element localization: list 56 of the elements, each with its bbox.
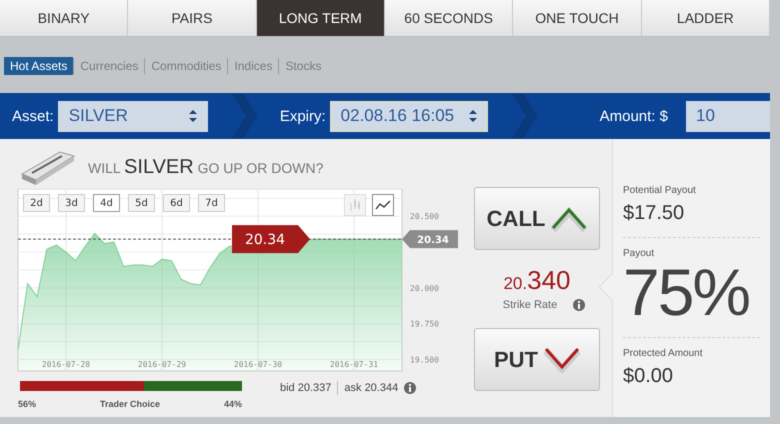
asset-select[interactable]: SILVER xyxy=(58,100,208,132)
chevron-up-icon xyxy=(551,206,588,232)
info-icon[interactable] xyxy=(404,382,416,394)
line-chart-icon xyxy=(375,199,391,211)
chevron-icon xyxy=(512,93,538,139)
range-button[interactable]: 7d xyxy=(198,194,225,212)
current-price-flag: 20.34 xyxy=(232,225,310,254)
y-axis-label: 20.500 xyxy=(410,212,439,222)
potential-payout-value: $17.50 xyxy=(623,202,686,225)
call-percent: 44% xyxy=(224,399,242,409)
axis-price-flag: 20.34 xyxy=(402,230,458,248)
range-button[interactable]: 4d xyxy=(93,194,120,212)
market-tab[interactable]: BINARY xyxy=(0,0,128,36)
chevron-down-icon xyxy=(544,346,580,372)
strike-rate-label: Strike Rate xyxy=(502,299,558,311)
info-icon[interactable] xyxy=(573,299,586,311)
range-button[interactable]: 6d xyxy=(163,194,190,212)
potential-payout-label: Potential Payout xyxy=(623,185,697,196)
amount-label: Amount: $ xyxy=(600,108,668,124)
market-tab[interactable]: PAIRS xyxy=(128,0,257,36)
market-tab[interactable]: LONG TERM xyxy=(256,0,385,36)
range-button[interactable]: 2d xyxy=(23,194,50,212)
market-tab[interactable]: 60 SECONDS xyxy=(384,0,514,36)
expiry-select[interactable]: 02.08.16 16:05 xyxy=(330,100,488,132)
market-tab[interactable]: LADDER xyxy=(642,0,770,36)
x-axis-label: 2016-07-29 xyxy=(138,360,186,369)
payout-label: Payout xyxy=(623,248,656,259)
amount-field[interactable]: 10 xyxy=(686,100,770,132)
sort-arrows-icon xyxy=(189,110,198,122)
payout-percent: 75% xyxy=(623,259,750,325)
expiry-label: Expiry: xyxy=(280,108,326,124)
chevron-icon xyxy=(232,93,258,139)
range-button[interactable]: 3d xyxy=(58,194,85,212)
put-button[interactable]: PUT xyxy=(474,328,600,391)
strike-rate-value: 20.340 xyxy=(503,267,570,293)
y-axis-label: 20.000 xyxy=(410,284,439,293)
bid-price: bid 20.337 xyxy=(280,382,332,394)
x-axis-label: 2016-07-31 xyxy=(330,360,378,369)
question-text: WILL SILVER GO UP OR DOWN? xyxy=(88,156,324,178)
ask-price: ask 20.344 xyxy=(344,382,398,394)
x-axis-label: 2016-07-28 xyxy=(42,360,90,369)
call-button[interactable]: CALL xyxy=(474,187,600,250)
protected-amount-label: Protected Amount xyxy=(623,348,704,359)
y-axis-label: 19.500 xyxy=(410,356,439,365)
candlestick-icon xyxy=(348,198,362,212)
category-tab[interactable]: Hot Assets xyxy=(4,57,74,75)
put-percent: 56% xyxy=(18,399,36,409)
line-chart-button[interactable] xyxy=(372,194,394,216)
market-tab[interactable]: ONE TOUCH xyxy=(513,0,642,36)
y-axis-label: 19.750 xyxy=(410,320,439,329)
range-button[interactable]: 5d xyxy=(128,194,155,212)
x-axis-label: 2016-07-30 xyxy=(234,360,282,369)
protected-amount-value: $0.00 xyxy=(623,365,674,388)
sort-arrows-icon xyxy=(469,110,478,122)
trader-choice-label: Trader Choice xyxy=(100,399,160,409)
asset-label: Asset: xyxy=(12,108,54,124)
